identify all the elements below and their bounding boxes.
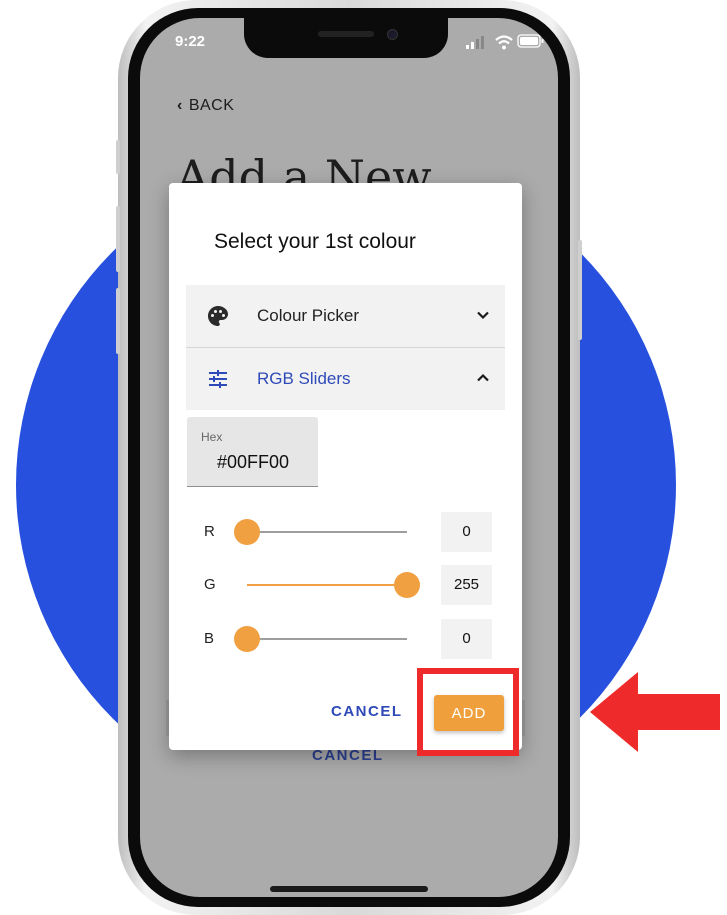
- status-icons: [466, 34, 544, 50]
- slider-track[interactable]: [247, 584, 407, 586]
- chevron-down-icon: [477, 311, 489, 320]
- colour-dialog: Select your 1st colour Colour Picker RGB…: [169, 183, 522, 750]
- slider-thumb[interactable]: [234, 626, 260, 652]
- add-button-highlight: [417, 668, 519, 756]
- status-time: 9:22: [175, 33, 206, 50]
- notch: [244, 18, 448, 58]
- slider-track[interactable]: [247, 531, 407, 533]
- pointer-arrow-icon: [590, 672, 720, 752]
- slider-row-b: B 0: [169, 619, 522, 659]
- power-button: [578, 240, 582, 340]
- battery-icon: [517, 34, 544, 48]
- signal-icon: [466, 36, 484, 49]
- slider-thumb[interactable]: [234, 519, 260, 545]
- speaker-grille: [318, 31, 374, 37]
- cancel-button[interactable]: CANCEL: [331, 703, 403, 720]
- slider-label: B: [204, 630, 215, 647]
- chevron-left-icon: ‹: [177, 97, 183, 114]
- slider-row-r: R 0: [169, 512, 522, 552]
- volume-down-button: [116, 288, 120, 354]
- tune-icon: [209, 370, 227, 388]
- slider-row-g: G 255: [169, 565, 522, 605]
- accordion-rgb-sliders[interactable]: RGB Sliders: [186, 348, 505, 410]
- back-label: BACK: [188, 97, 235, 114]
- slider-track[interactable]: [247, 638, 407, 640]
- volume-up-button: [116, 206, 120, 272]
- accordion-label: RGB Sliders: [257, 369, 351, 388]
- slider-value-input[interactable]: 255: [441, 565, 492, 605]
- back-link[interactable]: ‹ BACK: [177, 97, 234, 115]
- slider-value-input[interactable]: 0: [441, 619, 492, 659]
- accordion-colour-picker[interactable]: Colour Picker: [186, 285, 505, 348]
- slider-thumb[interactable]: [394, 572, 420, 598]
- chevron-up-icon: [477, 373, 489, 382]
- slider-value-input[interactable]: 0: [441, 512, 492, 552]
- palette-icon: [208, 306, 228, 326]
- hex-label: Hex: [201, 430, 223, 444]
- front-camera: [387, 29, 398, 40]
- slider-label: G: [204, 576, 216, 593]
- accordion-label: Colour Picker: [257, 306, 360, 325]
- wifi-icon: [495, 35, 513, 50]
- hex-input-field[interactable]: Hex #00FF00: [187, 417, 318, 487]
- hex-value: #00FF00: [217, 452, 290, 472]
- slider-label: R: [204, 523, 215, 540]
- dialog-title: Select your 1st colour: [214, 230, 416, 253]
- slider-fill: [247, 584, 407, 586]
- home-indicator: [270, 886, 428, 892]
- mute-switch: [116, 140, 120, 174]
